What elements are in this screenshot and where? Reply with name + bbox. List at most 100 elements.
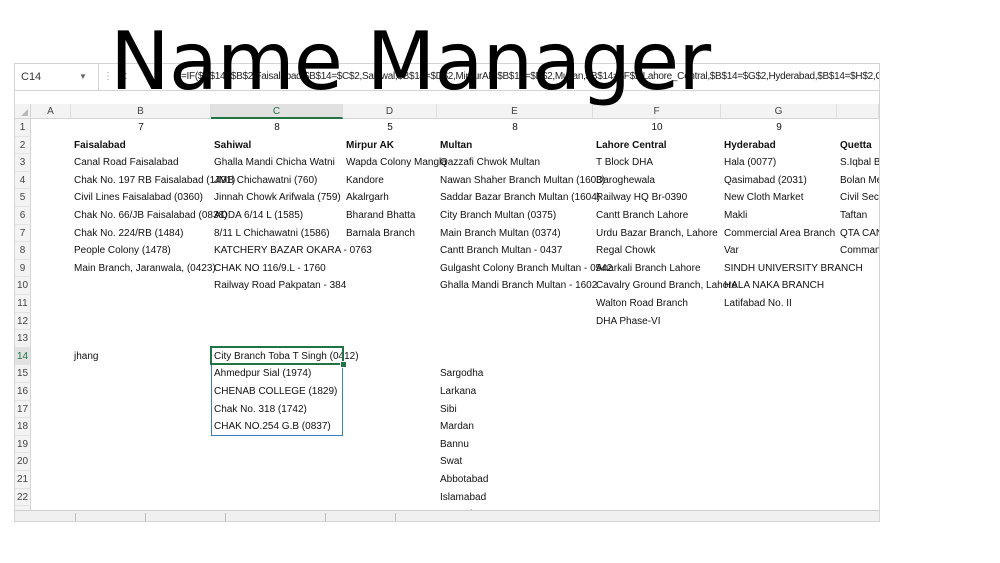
branch-cell[interactable]: City Branch Multan (0375): [440, 207, 556, 225]
count-cell[interactable]: 8: [440, 119, 590, 137]
branch-cell[interactable]: Var: [724, 242, 739, 260]
branch-cell[interactable]: 8/11 L Chichawatni (1586): [214, 225, 330, 243]
branch-cell[interactable]: DHA Phase-VI: [596, 313, 660, 331]
branch-cell[interactable]: Main Branch, Jaranwala, (0423): [74, 260, 216, 278]
dependent-list-cell[interactable]: Chak No. 318 (1742): [214, 401, 307, 419]
branch-cell[interactable]: Kandore: [346, 172, 384, 190]
branch-cell[interactable]: Civil Secre: [840, 189, 879, 207]
row-header-10[interactable]: 10: [15, 277, 31, 295]
region-header-cell[interactable]: Lahore Central: [596, 137, 667, 155]
column-header-partial[interactable]: [837, 104, 879, 119]
branch-cell[interactable]: HALA NAKA BRANCH: [724, 277, 824, 295]
branch-cell[interactable]: Cavalry Ground Branch, Lahore: [596, 277, 737, 295]
row-header-18[interactable]: 18: [15, 418, 31, 436]
branch-cell[interactable]: Ghalla Mandi Chicha Watni: [214, 154, 335, 172]
branch-cell[interactable]: KATCHERY BAZAR OKARA - 0763: [214, 242, 372, 260]
branch-cell[interactable]: Makli: [724, 207, 747, 225]
branch-cell[interactable]: Cantt Branch Multan - 0437: [440, 242, 562, 260]
column-header-g[interactable]: G: [721, 104, 837, 119]
row-header-20[interactable]: 20: [15, 453, 31, 471]
dependent-list-cell[interactable]: CHENAB COLLEGE (1829): [214, 383, 337, 401]
branch-cell[interactable]: Civil Lines Faisalabad (0360): [74, 189, 203, 207]
region-list-cell[interactable]: Abbotabad: [440, 471, 488, 489]
branch-cell[interactable]: Latifabad No. II: [724, 295, 792, 313]
row-header-8[interactable]: 8: [15, 242, 31, 260]
branch-cell[interactable]: Cantt Branch Lahore: [596, 207, 688, 225]
row-header-22[interactable]: 22: [15, 488, 31, 507]
branch-cell[interactable]: CHAK NO 116/9.L - 1760: [214, 260, 326, 278]
branch-cell[interactable]: Akalrgarh: [346, 189, 389, 207]
branch-cell[interactable]: Bolan Med: [840, 172, 879, 190]
branch-cell[interactable]: Railway Road Pakpatan - 384: [214, 277, 346, 295]
branch-cell[interactable]: Wapda Colony Mangla: [346, 154, 447, 172]
row-header-21[interactable]: 21: [15, 471, 31, 489]
branch-cell[interactable]: SINDH UNIVERSITY BRANCH: [724, 260, 863, 278]
branch-cell[interactable]: Taftan: [840, 207, 867, 225]
dependent-list-cell[interactable]: CHAK NO.254 G.B (0837): [214, 418, 331, 436]
region-list-cell[interactable]: Sargodha: [440, 365, 483, 383]
row-header-1[interactable]: 1: [15, 119, 31, 137]
region-list-cell[interactable]: Islamabad: [440, 489, 486, 507]
region-list-cell[interactable]: Swat: [440, 453, 462, 471]
fill-handle[interactable]: [340, 361, 347, 368]
dependent-list-cell[interactable]: Ahmedpur Sial (1974): [214, 365, 311, 383]
branch-cell[interactable]: People Colony (1478): [74, 242, 171, 260]
branch-cell[interactable]: Urdu Bazar Branch, Lahore: [596, 225, 718, 243]
region-input-cell[interactable]: jhang: [74, 348, 98, 366]
branch-cell[interactable]: Qasimabad (2031): [724, 172, 807, 190]
row-header-6[interactable]: 6: [15, 207, 31, 225]
region-header-cell[interactable]: Quetta: [840, 137, 872, 155]
branch-cell[interactable]: Command: [840, 242, 879, 260]
region-list-cell[interactable]: Sibi: [440, 401, 457, 419]
branch-cell[interactable]: Daroghewala: [596, 172, 655, 190]
branch-cell[interactable]: Barnala Branch: [346, 225, 415, 243]
row-header-13[interactable]: 13: [15, 330, 31, 348]
region-list-cell[interactable]: Mardan: [440, 418, 474, 436]
row-header-7[interactable]: 7: [15, 224, 31, 243]
row-header-3[interactable]: 3: [15, 154, 31, 172]
row-header-17[interactable]: 17: [15, 400, 31, 419]
count-cell[interactable]: 7: [74, 119, 208, 137]
branch-cell[interactable]: Hala (0077): [724, 154, 776, 172]
branch-cell[interactable]: Canal Road Faisalabad: [74, 154, 179, 172]
branch-cell[interactable]: Main Branch Multan (0374): [440, 225, 561, 243]
branch-cell[interactable]: QTA CANT: [840, 225, 879, 243]
branch-cell[interactable]: S.Iqbal Bra: [840, 154, 879, 172]
branch-cell[interactable]: ADDA 6/14 L (1585): [214, 207, 303, 225]
branch-cell[interactable]: JMB Chichawatni (760): [214, 172, 317, 190]
branch-cell[interactable]: New Cloth Market: [724, 189, 803, 207]
branch-cell[interactable]: Qazzafi Chwok Multan: [440, 154, 540, 172]
region-header-cell[interactable]: Hyderabad: [724, 137, 776, 155]
row-header-5[interactable]: 5: [15, 189, 31, 207]
row-header-14[interactable]: 14: [15, 347, 31, 366]
name-box-dropdown-icon[interactable]: ▼: [79, 64, 87, 90]
branch-cell[interactable]: Nawan Shaher Branch Multan (1603): [440, 172, 605, 190]
row-header-15[interactable]: 15: [15, 365, 31, 383]
row-header-2[interactable]: 2: [15, 136, 31, 155]
count-cell[interactable]: 10: [596, 119, 718, 137]
branch-cell[interactable]: Gulgasht Colony Branch Multan - 0542: [440, 260, 612, 278]
branch-cell[interactable]: Ghalla Mandi Branch Multan - 1602: [440, 277, 597, 295]
row-header-4[interactable]: 4: [15, 171, 31, 190]
branch-cell[interactable]: Chak No. 224/RB (1484): [74, 225, 184, 243]
region-list-cell[interactable]: Bannu: [440, 436, 469, 454]
region-header-cell[interactable]: Multan: [440, 137, 472, 155]
branch-cell[interactable]: Commercial Area Branch: [724, 225, 835, 243]
region-header-cell[interactable]: Sahiwal: [214, 137, 251, 155]
branch-cell[interactable]: Chak No. 66/JB Faisalabad (0838): [74, 207, 227, 225]
count-cell[interactable]: 9: [724, 119, 834, 137]
row-header-19[interactable]: 19: [15, 435, 31, 454]
select-all-corner[interactable]: [15, 104, 31, 119]
branch-cell[interactable]: Walton Road Branch: [596, 295, 688, 313]
branch-cell[interactable]: T Block DHA: [596, 154, 653, 172]
branch-cell[interactable]: Anarkali Branch Lahore: [596, 260, 701, 278]
branch-cell[interactable]: Bharand Bhatta: [346, 207, 416, 225]
row-header-16[interactable]: 16: [15, 383, 31, 401]
column-header-a[interactable]: A: [31, 104, 71, 119]
region-header-cell[interactable]: Faisalabad: [74, 137, 126, 155]
row-header-12[interactable]: 12: [15, 312, 31, 331]
region-header-cell[interactable]: Mirpur AK: [346, 137, 394, 155]
count-cell[interactable]: 8: [214, 119, 340, 137]
region-list-cell[interactable]: Larkana: [440, 383, 476, 401]
branch-cell[interactable]: Regal Chowk: [596, 242, 655, 260]
